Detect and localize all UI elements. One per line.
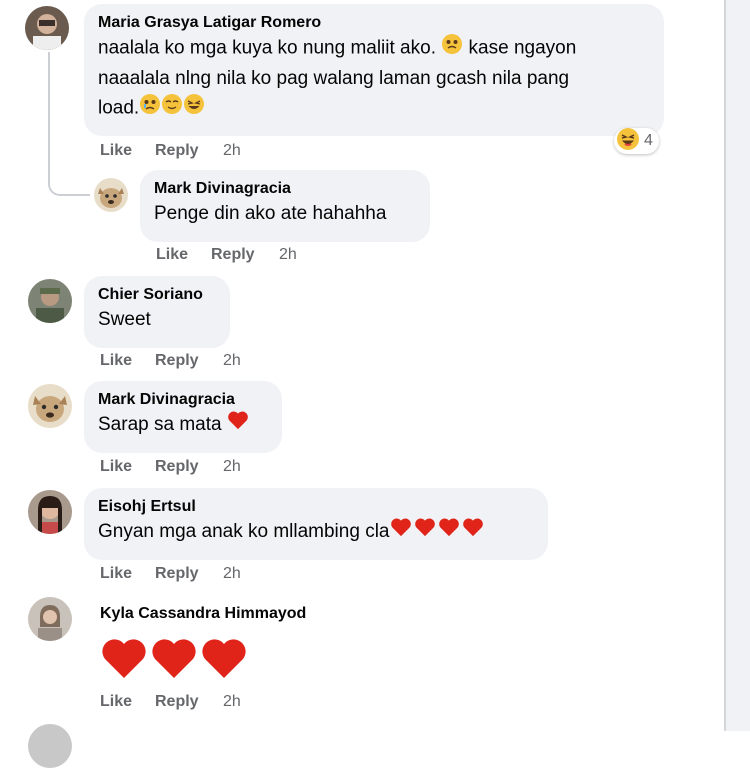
reply-thread-line <box>48 52 90 196</box>
comment-text-line: naaalala nlng nila ko pag walang laman g… <box>98 68 570 89</box>
heart-emoji-icon <box>413 517 437 546</box>
comment-author[interactable]: Kyla Cassandra Himmayod <box>84 598 306 624</box>
like-button[interactable]: Like <box>100 142 155 160</box>
comment-bubble: Mark Divinagracia Sarap sa mata <box>84 381 282 453</box>
heart-emoji-icon <box>150 636 198 685</box>
avatar[interactable] <box>28 384 72 428</box>
big-hearts-comment: Kyla Cassandra Himmayod <box>84 598 306 685</box>
avatar[interactable] <box>28 597 72 641</box>
comment-actions: Like Reply 2h <box>100 458 241 476</box>
tearful-face-emoji-icon <box>441 33 463 64</box>
comment-author[interactable]: Eisohj Ertsul <box>98 497 535 517</box>
like-button[interactable]: Like <box>100 565 155 583</box>
heart-emoji-icon <box>437 517 461 546</box>
reaction-summary[interactable]: 4 <box>614 127 659 156</box>
reply-button[interactable]: Reply <box>211 246 279 264</box>
crying-face-emoji-icon <box>139 93 161 124</box>
comment-actions: Like Reply 2h <box>100 565 241 583</box>
comment-text: Gnyan mga anak ko mllambing cla <box>98 517 535 546</box>
reaction-count: 4 <box>644 132 653 149</box>
comment-text: naalala ko mga kuya ko nung maliit ako. … <box>98 33 651 64</box>
comment-bubble: Eisohj Ertsul Gnyan mga anak ko mllambin… <box>84 488 548 560</box>
comment-bubble: Chier Soriano Sweet <box>84 276 230 348</box>
avatar[interactable] <box>25 6 69 50</box>
avatar[interactable] <box>28 490 72 534</box>
scrollbar-track[interactable] <box>726 0 750 731</box>
reply-button[interactable]: Reply <box>155 142 223 160</box>
heart-emoji-group <box>84 636 306 685</box>
comment-author[interactable]: Mark Divinagracia <box>98 390 269 410</box>
like-button[interactable]: Like <box>100 352 155 370</box>
comment-timestamp[interactable]: 2h <box>223 565 241 583</box>
heart-emoji-icon <box>389 517 413 546</box>
comment-text-part: kase ngayon <box>468 37 577 59</box>
reply-button[interactable]: Reply <box>155 565 223 583</box>
like-button[interactable]: Like <box>156 246 211 264</box>
reply-button[interactable]: Reply <box>155 693 223 711</box>
like-button[interactable]: Like <box>100 693 155 711</box>
comment-text: Penge din ako ate hahahha <box>154 203 387 224</box>
comment-timestamp[interactable]: 2h <box>279 246 297 264</box>
comment-author[interactable]: Mark Divinagracia <box>154 179 417 199</box>
avatar[interactable] <box>94 178 128 212</box>
comment-author[interactable]: Maria Grasya Latigar Romero <box>98 13 651 33</box>
comment-text-line: load. <box>98 93 651 124</box>
like-button[interactable]: Like <box>100 458 155 476</box>
comment-text-part: load. <box>98 97 140 119</box>
heart-emoji-icon <box>461 517 485 546</box>
comment-bubble: Maria Grasya Latigar Romero naalala ko m… <box>84 4 664 136</box>
grinning-squint-emoji-icon <box>183 93 205 124</box>
comment-timestamp[interactable]: 2h <box>223 458 241 476</box>
comment-actions: Like Reply 2h <box>100 352 241 370</box>
comment-actions: Like Reply 2h <box>156 246 297 264</box>
comment-text-part: Sarap sa mata <box>98 414 222 435</box>
avatar[interactable] <box>28 279 72 323</box>
comment-text-part: naalala ko mga kuya ko nung maliit ako. <box>98 37 436 59</box>
heart-emoji-icon <box>200 636 248 685</box>
reply-button[interactable]: Reply <box>155 458 223 476</box>
comment-text-part: Gnyan mga anak ko mllambing cla <box>98 521 390 542</box>
comment-text: Sarap sa mata <box>98 410 269 439</box>
haha-reaction-icon <box>616 127 640 156</box>
comment-text: Sweet <box>98 309 151 330</box>
comment-bubble: Mark Divinagracia Penge din ako ate haha… <box>140 170 430 242</box>
comment-actions: Like Reply 2h <box>100 693 241 711</box>
comment-timestamp[interactable]: 2h <box>223 352 241 370</box>
heart-emoji-icon <box>227 410 249 439</box>
comment-author[interactable]: Chier Soriano <box>98 285 217 305</box>
reply-button[interactable]: Reply <box>155 352 223 370</box>
comment-timestamp[interactable]: 2h <box>223 142 241 160</box>
comment-actions: Like Reply 2h <box>100 142 241 160</box>
heart-emoji-icon <box>100 636 148 685</box>
comment-timestamp[interactable]: 2h <box>223 693 241 711</box>
relieved-face-emoji-icon <box>161 93 183 124</box>
